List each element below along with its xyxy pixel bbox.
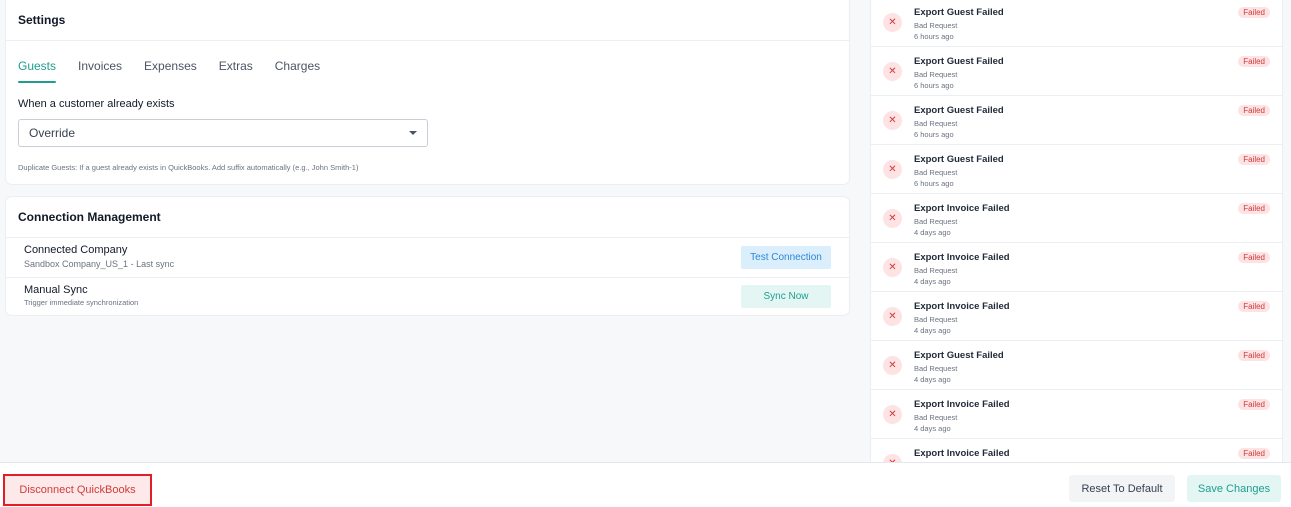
settings-tabs: Guests Invoices Expenses Extras Charges [18,59,342,83]
activity-time: 4 days ago [914,277,951,286]
error-x-icon: ✕ [883,111,902,130]
duplicate-guests-helper: Duplicate Guests: If a guest already exi… [18,163,359,172]
disconnect-quickbooks-button[interactable]: Disconnect QuickBooks [3,474,152,506]
activity-title: Export Invoice Failed [914,301,1010,312]
connection-title: Connection Management [18,210,161,224]
activity-title: Export Invoice Failed [914,448,1010,459]
activity-item: ✕ Export Invoice Failed Bad Request 4 da… [871,390,1282,439]
error-x-icon: ✕ [883,454,902,462]
activity-log[interactable]: ✕ Export Guest Failed Bad Request 6 hour… [871,0,1282,462]
activity-item: ✕ Export Invoice Failed Failed [871,439,1282,462]
tab-charges[interactable]: Charges [275,59,320,83]
activity-time: 4 days ago [914,375,951,384]
activity-time: 6 hours ago [914,179,954,188]
status-badge: Failed [1238,448,1270,459]
activity-item: ✕ Export Guest Failed Bad Request 6 hour… [871,47,1282,96]
divider [6,277,849,278]
error-x-icon: ✕ [883,13,902,32]
activity-detail: Bad Request [914,413,958,422]
status-badge: Failed [1238,105,1270,116]
activity-detail: Bad Request [914,364,958,373]
activity-title: Export Guest Failed [914,350,1004,361]
activity-item: ✕ Export Guest Failed Bad Request 4 days… [871,341,1282,390]
save-changes-button[interactable]: Save Changes [1187,475,1281,502]
activity-title: Export Invoice Failed [914,399,1010,410]
status-badge: Failed [1238,154,1270,165]
status-badge: Failed [1238,301,1270,312]
divider [6,237,849,238]
activity-title: Export Guest Failed [914,105,1004,116]
tab-invoices[interactable]: Invoices [78,59,122,83]
existing-customer-select[interactable]: Override [18,119,428,147]
settings-card: Settings Guests Invoices Expenses Extras… [6,0,849,184]
activity-time: 6 hours ago [914,32,954,41]
activity-item: ✕ Export Guest Failed Bad Request 6 hour… [871,96,1282,145]
activity-time: 4 days ago [914,228,951,237]
activity-time: 4 days ago [914,326,951,335]
caret-down-icon [409,131,417,135]
activity-time: 6 hours ago [914,130,954,139]
connected-company-title: Connected Company [24,244,128,256]
connected-company-detail: Sandbox Company_US_1 - Last sync [24,259,175,269]
activity-title: Export Guest Failed [914,154,1004,165]
error-x-icon: ✕ [883,160,902,179]
activity-title: Export Invoice Failed [914,252,1010,263]
tab-extras[interactable]: Extras [219,59,253,83]
status-badge: Failed [1238,252,1270,263]
status-badge: Failed [1238,56,1270,67]
status-badge: Failed [1238,7,1270,18]
error-x-icon: ✕ [883,405,902,424]
manual-sync-title: Manual Sync [24,284,88,296]
activity-item: ✕ Export Guest Failed Bad Request 6 hour… [871,145,1282,194]
sync-now-button[interactable]: Sync Now [741,285,831,308]
test-connection-button[interactable]: Test Connection [741,246,831,269]
activity-item: ✕ Export Invoice Failed Bad Request 4 da… [871,194,1282,243]
activity-item: ✕ Export Invoice Failed Bad Request 4 da… [871,243,1282,292]
status-badge: Failed [1238,203,1270,214]
error-x-icon: ✕ [883,258,902,277]
activity-detail: Bad Request [914,217,958,226]
select-value: Override [29,126,76,140]
activity-item: ✕ Export Invoice Failed Bad Request 4 da… [871,292,1282,341]
manual-sync-detail: Trigger immediate synchronization [24,298,139,307]
error-x-icon: ✕ [883,356,902,375]
activity-detail: Bad Request [914,168,958,177]
divider [6,40,849,41]
activity-title: Export Guest Failed [914,7,1004,18]
settings-title: Settings [18,13,66,27]
activity-title: Export Invoice Failed [914,203,1010,214]
reset-to-default-button[interactable]: Reset To Default [1069,475,1175,502]
activity-detail: Bad Request [914,266,958,275]
activity-time: 4 days ago [914,424,951,433]
activity-detail: Bad Request [914,70,958,79]
activity-item: ✕ Export Guest Failed Bad Request 6 hour… [871,0,1282,47]
tab-guests[interactable]: Guests [18,59,57,83]
connection-card: Connection Management Connected Company … [6,197,849,315]
status-badge: Failed [1238,350,1270,361]
activity-title: Export Guest Failed [914,56,1004,67]
activity-detail: Bad Request [914,119,958,128]
activity-detail: Bad Request [914,315,958,324]
error-x-icon: ✕ [883,62,902,81]
status-badge: Failed [1238,399,1270,410]
existing-customer-label: When a customer already exists [18,98,175,110]
activity-time: 6 hours ago [914,81,954,90]
error-x-icon: ✕ [883,209,902,228]
activity-detail: Bad Request [914,21,958,30]
footer-bar: Disconnect QuickBooks Reset To Default S… [0,462,1291,507]
tab-expenses[interactable]: Expenses [144,59,197,83]
error-x-icon: ✕ [883,307,902,326]
